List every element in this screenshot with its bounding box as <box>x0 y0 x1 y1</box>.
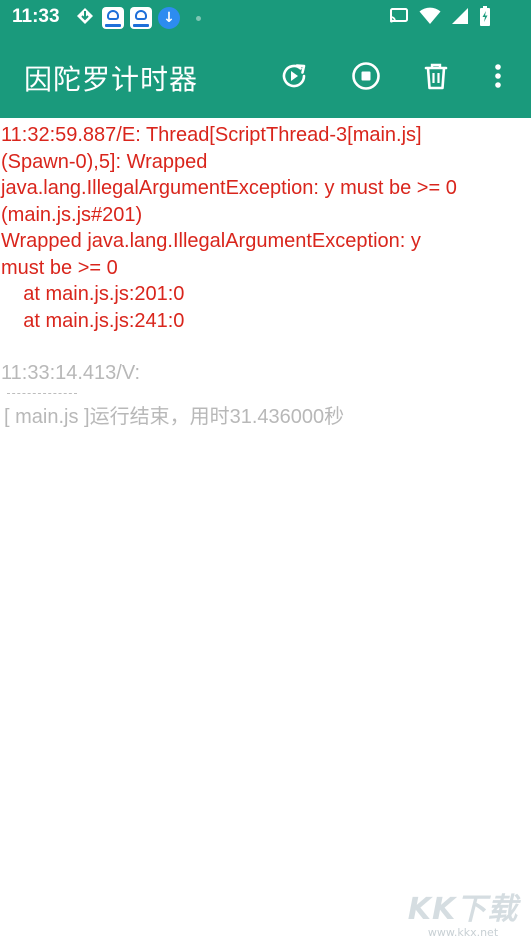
error-log-line: must be >= 0 <box>1 256 118 279</box>
download-icon: ↓ <box>158 7 180 29</box>
cast-icon <box>389 7 409 29</box>
more-options-button[interactable] <box>480 58 516 94</box>
verbose-log-message: [ main.js ]运行结束，用时31.436000秒 <box>4 405 345 428</box>
error-log-line: java.lang.IllegalArgumentException: y mu… <box>1 177 457 199</box>
rerun-icon <box>282 64 306 88</box>
delete-icon <box>424 63 448 90</box>
status-icons-left: ↓ <box>74 6 201 30</box>
stop-icon <box>352 62 380 90</box>
error-log-line: 11:32:59.887/E: Thread[ScriptThread-3[ma… <box>1 124 422 146</box>
page-title: 因陀罗计时器 <box>24 63 199 96</box>
dot-icon <box>196 15 201 21</box>
more-vert-icon <box>495 64 501 88</box>
log-separator <box>7 392 77 394</box>
error-log-line: (Spawn-0),5]: Wrapped <box>1 150 208 173</box>
error-log-line: Wrapped java.lang.IllegalArgumentExcepti… <box>1 230 421 252</box>
stop-button[interactable] <box>348 58 384 94</box>
watermark-logo: KK下载 <box>407 892 519 927</box>
wifi-icon <box>419 7 441 29</box>
app-icon <box>102 7 124 29</box>
verbose-log-header: 11:33:14.413/V: <box>1 362 141 384</box>
stack-trace-line: at main.js.js:241:0 <box>1 309 185 332</box>
delete-button[interactable] <box>418 58 454 94</box>
log-spacer <box>0 334 531 360</box>
app-toolbar: 因陀罗计时器 <box>0 36 531 118</box>
signal-icon <box>451 7 469 29</box>
watermark: KK下载 www.kkx.net <box>403 884 523 942</box>
status-time: 11:33 <box>12 6 60 27</box>
battery-icon <box>479 6 491 30</box>
navigation-arrow-icon <box>74 5 96 31</box>
status-bar: 11:33 ↓ <box>0 0 531 36</box>
rerun-button[interactable] <box>276 58 312 94</box>
error-log-line: (main.js.js#201) <box>1 203 143 226</box>
stack-trace-line: at main.js.js:201:0 <box>1 283 185 305</box>
app-icon <box>130 7 152 29</box>
console-log[interactable]: 11:32:59.887/E: Thread[ScriptThread-3[ma… <box>0 118 531 944</box>
status-icons-right <box>389 6 491 30</box>
